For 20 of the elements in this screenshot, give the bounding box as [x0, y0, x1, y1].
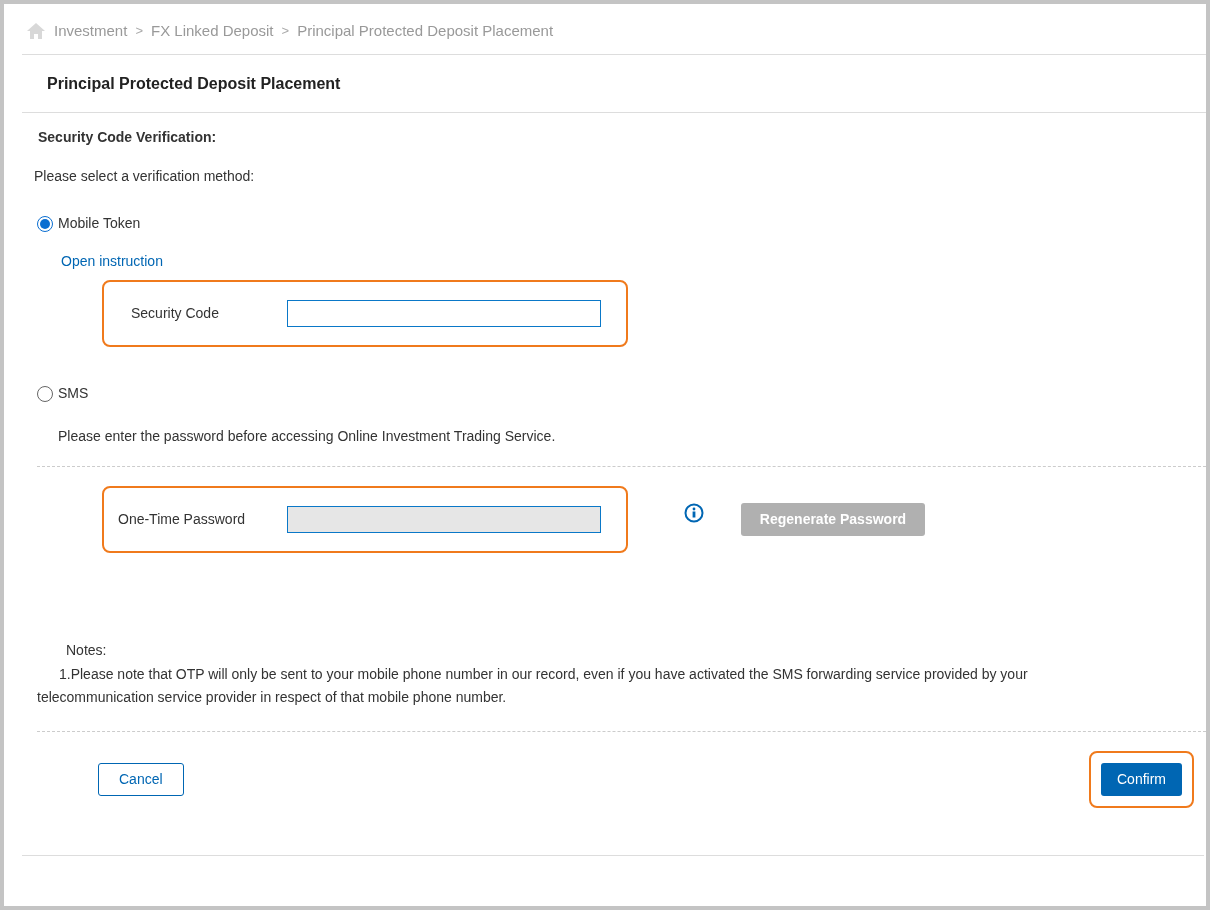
info-icon[interactable]	[684, 502, 704, 523]
breadcrumb-separator: >	[135, 22, 143, 41]
confirm-button[interactable]: Confirm	[1101, 763, 1182, 796]
note-text: 1.Please note that OTP will only be sent to your mobile phone number in our record, even if you have activated the SMS forwarding service provided by your telecommunication service provider in respect of that mobile phone number.	[37, 665, 1029, 707]
instruction-text: Please enter the password before accessing Online Investment Trading Service.	[58, 427, 557, 446]
radio-label[interactable]: Mobile Token	[58, 213, 141, 234]
radio-button[interactable]	[37, 385, 53, 402]
instruction-link[interactable]: Open instruction	[61, 251, 163, 272]
section-title: Security Code Verification:	[38, 128, 218, 147]
notes-title: Notes:	[66, 641, 108, 660]
security-code-field[interactable]	[287, 300, 601, 327]
breadcrumb-current: Principal Protected Deposit Placement	[297, 20, 554, 41]
field-label: One-Time Password	[117, 510, 247, 529]
field-label: Security Code	[130, 304, 220, 323]
page-title: Principal Protected Deposit Placement	[47, 73, 341, 94]
cancel-button[interactable]: Cancel	[98, 763, 184, 796]
radio-label[interactable]: SMS	[58, 383, 89, 404]
prompt-text: Please select a verification method:	[34, 167, 256, 186]
breadcrumb-separator: >	[281, 22, 290, 41]
radio-button[interactable]	[37, 215, 53, 232]
